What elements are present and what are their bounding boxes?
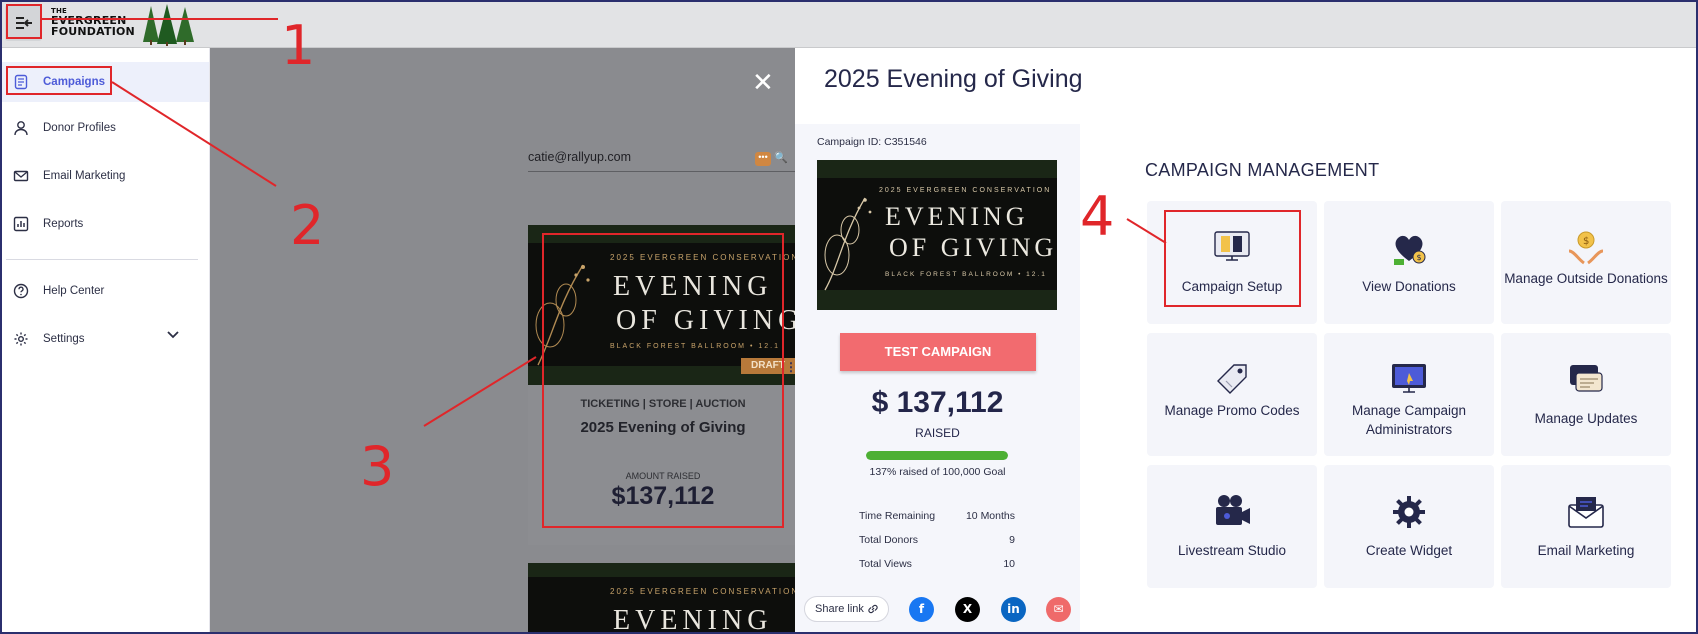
x-share-icon[interactable]: X (955, 597, 980, 622)
tile-label: Livestream Studio (1177, 543, 1287, 558)
raised-label: RAISED (915, 426, 960, 440)
stat-label: Total Donors (859, 534, 918, 546)
floral-decoration-icon (824, 197, 872, 291)
tile-livestream-studio[interactable]: Livestream Studio (1147, 465, 1317, 588)
tile-manage-updates[interactable]: Manage Updates (1501, 333, 1671, 456)
hands-coin-icon: $ (1568, 231, 1604, 265)
stat-total-views: Total Views 10 (859, 558, 1015, 572)
envelope-icon (1568, 497, 1604, 528)
user-email-text: catie@rallyup.com (528, 150, 632, 164)
sidebar-item-label: Reports (43, 218, 84, 230)
annotation-box-2 (6, 66, 112, 95)
heart-coin-icon: $ (1394, 235, 1426, 265)
progress-text: 137% raised of 100,000 Goal (869, 466, 1006, 478)
annotation-number-2: 2 (290, 194, 325, 257)
link-icon (868, 604, 878, 614)
stat-label: Total Views (859, 558, 912, 570)
campaign-summary: Campaign ID: C351546 2025 EVERGREEN CONS… (795, 124, 1080, 634)
sidebar-item-reports[interactable]: Reports (0, 204, 209, 244)
sidebar-item-label: Settings (43, 333, 85, 345)
video-camera-icon (1216, 495, 1250, 525)
image-venue: BLACK FOREST BALLROOM • 12.1 (885, 271, 1047, 278)
tile-manage-campaign-administrators[interactable]: Manage Campaign Administrators (1324, 333, 1494, 456)
admin-monitor-icon (1392, 364, 1426, 393)
annotation-box-1 (6, 4, 42, 39)
raised-amount: $ 137,112 (871, 386, 1004, 419)
stat-total-donors: Total Donors 9 (859, 534, 1015, 548)
tile-manage-outside-donations[interactable]: $ Manage Outside Donations (1501, 201, 1671, 324)
stat-value: 9 (1009, 534, 1015, 546)
image-title-line-1: EVENING (613, 605, 773, 634)
annotation-number-1: 1 (281, 14, 316, 77)
sidebar-divider (6, 259, 198, 260)
goal-progress-bar (866, 451, 1008, 460)
page-title: 2025 Evening of Giving (824, 65, 1083, 93)
tile-label: Manage Outside Donations (1504, 271, 1668, 286)
stat-value: 10 (1003, 558, 1015, 570)
campaign-image: 2025 EVERGREEN CONSERVATION EVENING OF G… (817, 160, 1057, 310)
sidebar-item-label: Email Marketing (43, 170, 126, 182)
sidebar: Campaigns Donor Profiles Email Marketing… (0, 48, 210, 634)
mail-icon (13, 170, 29, 182)
logo-text: THE EVERGREEN FOUNDATION (51, 7, 135, 37)
tile-label: Manage Campaign Administrators (1351, 403, 1467, 437)
logo-line-3: FOUNDATION (51, 25, 135, 38)
campaign-id: Campaign ID: C351546 (817, 136, 927, 148)
gear-icon (14, 332, 28, 346)
close-icon[interactable]: ✕ (752, 68, 774, 98)
annotation-number-4: 4 (1080, 185, 1115, 248)
annotation-box-4 (1164, 210, 1301, 307)
question-icon (13, 283, 29, 299)
share-link-button[interactable]: Share link (804, 596, 889, 622)
image-title-line-1: EVENING (885, 202, 1029, 231)
stat-value: 10 Months (965, 510, 1015, 522)
tag-icon (1217, 364, 1247, 394)
image-subtitle: 2025 EVERGREEN CONSERVATION (879, 187, 1052, 194)
tile-view-donations[interactable]: $ View Donations (1324, 201, 1494, 324)
top-bar: THE EVERGREEN FOUNDATION (0, 0, 1698, 48)
email-share-icon[interactable]: ✉ (1046, 597, 1071, 622)
sidebar-item-label: Help Center (43, 285, 105, 297)
sidebar-item-help-center[interactable]: Help Center (0, 271, 209, 311)
sidebar-item-email-marketing[interactable]: Email Marketing (0, 156, 209, 196)
more-options-icon[interactable]: ••• (755, 152, 771, 166)
campaign-management-heading: CAMPAIGN MANAGEMENT (1145, 160, 1380, 180)
facebook-share-icon[interactable]: f (909, 597, 934, 622)
trees-icon (143, 4, 194, 46)
tile-label: Manage Updates (1534, 411, 1638, 426)
sidebar-item-donor-profiles[interactable]: Donor Profiles (0, 108, 209, 148)
share-link-label: Share link (815, 603, 864, 615)
stat-label: Time Remaining (859, 510, 936, 522)
sidebar-item-label: Donor Profiles (43, 122, 116, 134)
tile-email-marketing[interactable]: Email Marketing (1501, 465, 1671, 588)
tile-label: Create Widget (1365, 543, 1453, 558)
stat-time-remaining: Time Remaining 10 Months (859, 510, 1015, 524)
campaign-detail-panel: 2025 Evening of Giving Campaign ID: C351… (795, 48, 1698, 634)
svg-text:$: $ (1583, 236, 1589, 247)
tile-create-widget[interactable]: Create Widget (1324, 465, 1494, 588)
cog-icon (1393, 496, 1425, 528)
foundation-logo[interactable]: THE EVERGREEN FOUNDATION (51, 4, 201, 46)
linkedin-share-icon[interactable]: in (1001, 597, 1026, 622)
image-title-line-2: OF GIVING (889, 233, 1057, 262)
tile-manage-promo-codes[interactable]: Manage Promo Codes (1147, 333, 1317, 456)
campaign-card-2[interactable]: 2025 EVERGREEN CONSERVATION G EVENING (528, 563, 795, 634)
annotation-box-3 (542, 233, 784, 528)
person-icon (14, 121, 28, 136)
goal-progress-fill (866, 451, 1008, 460)
svg-text:$: $ (1417, 253, 1422, 262)
card-menu-icon[interactable]: ⋮ (785, 360, 795, 374)
search-icon[interactable]: 🔍 (774, 151, 788, 164)
tile-label: Email Marketing (1537, 543, 1635, 558)
tile-label: View Donations (1362, 279, 1456, 294)
tile-label: Manage Promo Codes (1164, 403, 1300, 418)
sidebar-item-settings[interactable]: Settings (0, 319, 209, 359)
test-campaign-button[interactable]: TEST CAMPAIGN (840, 333, 1036, 371)
image-subtitle: 2025 EVERGREEN CONSERVATION G (610, 587, 795, 596)
chevron-down-icon[interactable] (167, 331, 179, 339)
chat-update-icon (1570, 365, 1603, 392)
chart-icon (13, 216, 29, 232)
annotation-number-3: 3 (360, 435, 395, 498)
